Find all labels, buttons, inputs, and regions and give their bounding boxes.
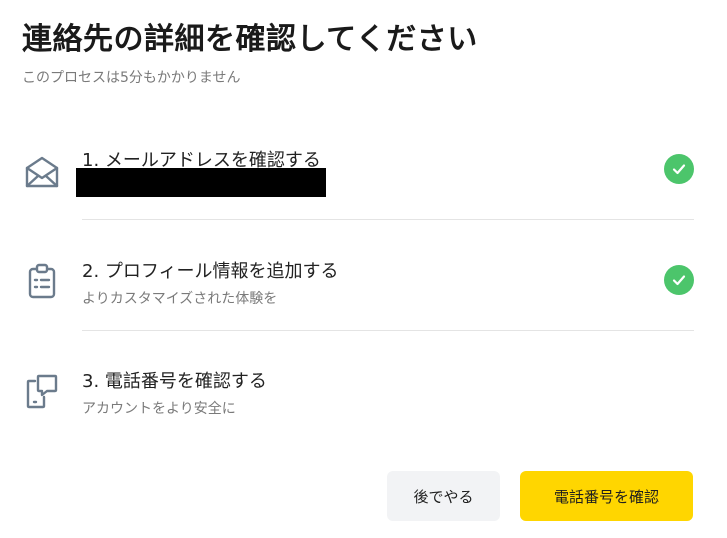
divider — [82, 219, 694, 220]
clipboard-list-icon — [22, 261, 62, 301]
verify-phone-button[interactable]: 電話番号を確認 — [520, 471, 693, 521]
step-title: 2. プロフィール情報を追加する — [82, 261, 339, 282]
check-circle-icon — [664, 154, 694, 184]
page-title: 連絡先の詳細を確認してください — [22, 22, 478, 57]
step-subtitle: よりカスタマイズされた体験を — [82, 291, 278, 307]
envelope-open-icon — [22, 152, 62, 192]
step-subtitle: アカウントをより安全に — [82, 401, 236, 417]
check-circle-icon — [664, 265, 694, 295]
page-subtitle: このプロセスは5分もかかりません — [22, 70, 241, 86]
do-later-button[interactable]: 後でやる — [387, 471, 500, 521]
divider — [82, 330, 694, 331]
phone-chat-icon — [22, 371, 62, 411]
redacted-email — [76, 168, 326, 197]
step-title: 3. 電話番号を確認する — [82, 371, 267, 392]
